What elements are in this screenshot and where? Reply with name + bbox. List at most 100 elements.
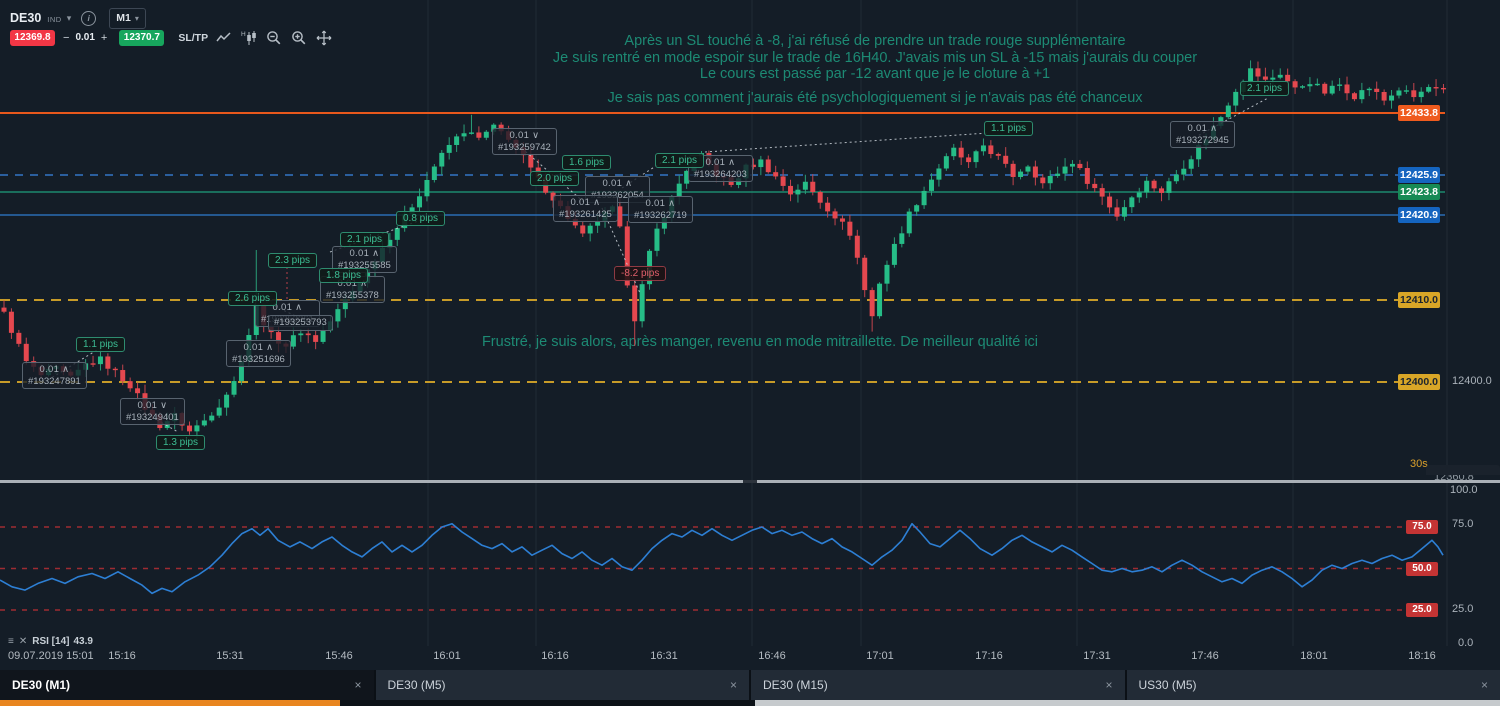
tab-close-icon[interactable]: × bbox=[354, 678, 361, 692]
rsi-line bbox=[0, 522, 1444, 595]
taskbar-strip bbox=[755, 700, 1500, 706]
axis-cut-cap bbox=[1426, 465, 1500, 475]
price-level-badge[interactable]: 12400.0 bbox=[1398, 374, 1440, 390]
info-icon[interactable]: i bbox=[81, 10, 97, 26]
strip-gap bbox=[340, 700, 755, 706]
order-size: 0.01 ∧ bbox=[645, 198, 676, 209]
order-id: #193262719 bbox=[634, 209, 687, 221]
pips-badge: 2.6 pips bbox=[228, 291, 278, 306]
pips-badge: 2.1 pips bbox=[1240, 81, 1290, 96]
time-axis-label: 15:46 bbox=[325, 650, 353, 662]
order-badge[interactable]: 0.01 ∧ #193247891 bbox=[22, 362, 87, 389]
candles-layer bbox=[1, 60, 1446, 441]
order-id: #193259742 bbox=[498, 141, 551, 153]
amount-decrease-button[interactable]: − bbox=[57, 32, 75, 44]
pips-badge: 2.0 pips bbox=[530, 171, 580, 186]
order-badge[interactable]: 0.01 ∧ #193262719 bbox=[628, 196, 693, 223]
rsi-close-icon[interactable]: ✕ bbox=[19, 636, 27, 647]
tab-close-icon[interactable]: × bbox=[730, 678, 737, 692]
tab-label: DE30 (M15) bbox=[763, 678, 828, 692]
pips-badge: 1.8 pips bbox=[319, 268, 369, 283]
chart-tab[interactable]: DE30 (M5) × bbox=[375, 670, 749, 700]
time-axis-label: 18:16 bbox=[1408, 650, 1436, 662]
rsi-axis-label: 100.0 bbox=[1450, 484, 1478, 496]
pan-tool-icon[interactable] bbox=[315, 30, 333, 46]
price-level-badge[interactable]: 12420.9 bbox=[1398, 207, 1440, 223]
pips-badge: 1.6 pips bbox=[562, 155, 612, 170]
symbol-caret-icon[interactable]: ▾ bbox=[67, 13, 72, 24]
order-badge[interactable]: 0.01 ∧ #193272945 bbox=[1170, 121, 1235, 148]
pane-resize-handle[interactable] bbox=[743, 480, 757, 483]
time-axis[interactable]: 09.07.2019 15:01 15:16 15:31 15:46 16:01 16:1… bbox=[0, 648, 1500, 670]
timeframe-select[interactable]: M1 ▾ bbox=[109, 7, 146, 29]
rsi-value: 43.9 bbox=[73, 636, 93, 647]
time-axis-label: 15:31 bbox=[216, 650, 244, 662]
order-badge[interactable]: 0.01 ∧ #193251696 bbox=[226, 340, 291, 367]
rsi-level-badge: 50.0 bbox=[1406, 561, 1438, 576]
time-axis-label: 16:46 bbox=[758, 650, 786, 662]
buy-button[interactable]: 12370.7 bbox=[119, 29, 165, 46]
time-axis-label: 18:01 bbox=[1300, 650, 1328, 662]
order-id: #193247891 bbox=[28, 375, 81, 387]
price-level-badge[interactable]: 12410.0 bbox=[1398, 292, 1440, 308]
order-size: 0.01 ∧ bbox=[602, 178, 633, 189]
zoom-out-icon[interactable] bbox=[265, 30, 283, 46]
order-badge[interactable]: #193253793 bbox=[268, 315, 333, 331]
zoom-in-icon[interactable] bbox=[290, 30, 308, 46]
price-level-badge[interactable]: 12423.8 bbox=[1398, 184, 1440, 200]
price-level-badge[interactable]: 12433.8 bbox=[1398, 105, 1440, 121]
order-size: 0.01 ∧ bbox=[243, 342, 274, 353]
amount-increase-button[interactable]: + bbox=[95, 32, 113, 44]
symbol-label[interactable]: DE30 bbox=[10, 11, 41, 25]
instrument-type-label: IND bbox=[47, 14, 62, 24]
bottom-strip bbox=[0, 700, 1500, 706]
level-lines bbox=[0, 112, 1445, 383]
candlestick-tool-icon[interactable]: H bbox=[240, 30, 258, 46]
pane-divider[interactable] bbox=[0, 480, 1500, 483]
line-chart-tool-icon[interactable] bbox=[215, 30, 233, 46]
rsi-axis-label: 75.0 bbox=[1452, 518, 1474, 530]
chart-tab[interactable]: DE30 (M1) × bbox=[0, 670, 374, 700]
trading-platform: Après un SL touché à -8, j'ai réfusé de … bbox=[0, 0, 1500, 706]
order-size: 0.01 ∧ bbox=[349, 248, 380, 259]
chart-tab[interactable]: DE30 (M15) × bbox=[751, 670, 1125, 700]
chart-toolbar: DE30 IND ▾ i M1 ▾ 12369.8 − 0.01 + 12370.… bbox=[0, 0, 460, 56]
order-size: 0.01 ∨ bbox=[509, 130, 540, 141]
tab-close-icon[interactable]: × bbox=[1105, 678, 1112, 692]
price-chart-canvas[interactable] bbox=[0, 0, 1500, 648]
rsi-axis-label: 0.0 bbox=[1458, 637, 1474, 649]
time-axis-label: 16:16 bbox=[541, 650, 569, 662]
pips-badge: -8.2 pips bbox=[614, 266, 667, 281]
order-badge[interactable]: 0.01 ∨ #193249401 bbox=[120, 398, 185, 425]
time-axis-label: 17:16 bbox=[975, 650, 1003, 662]
rsi-settings-icon[interactable]: ≡ bbox=[8, 636, 14, 647]
amount-value: 0.01 bbox=[75, 32, 95, 43]
order-badge[interactable]: 0.01 ∨ #193259742 bbox=[492, 128, 557, 155]
order-id: #193261425 bbox=[559, 208, 612, 220]
rsi-indicator-label: ≡ ✕ RSI [14] 43.9 bbox=[8, 636, 93, 647]
price-axis-label: 12400.0 bbox=[1452, 375, 1492, 387]
order-id: #193264203 bbox=[694, 168, 747, 180]
pips-badge: 1.3 pips bbox=[156, 435, 206, 450]
tab-close-icon[interactable]: × bbox=[1481, 678, 1488, 692]
rsi-title: RSI [14] bbox=[32, 636, 70, 647]
svg-text:H: H bbox=[241, 31, 246, 38]
time-axis-label: 09.07.2019 15:01 bbox=[8, 650, 94, 662]
sell-button[interactable]: 12369.8 bbox=[10, 29, 55, 46]
price-level-badge[interactable]: 12425.9 bbox=[1398, 167, 1440, 183]
time-axis-label: 16:31 bbox=[650, 650, 678, 662]
time-axis-label: 17:46 bbox=[1191, 650, 1219, 662]
pips-badge: 0.8 pips bbox=[396, 211, 446, 226]
pips-badge: 1.1 pips bbox=[984, 121, 1034, 136]
time-axis-label: 17:31 bbox=[1083, 650, 1111, 662]
order-size: 0.01 ∧ bbox=[1187, 123, 1218, 134]
order-id: #193251696 bbox=[232, 353, 285, 365]
sltp-button[interactable]: SL/TP bbox=[178, 32, 208, 44]
gridlines bbox=[427, 0, 1448, 646]
pips-badge: 2.3 pips bbox=[268, 253, 318, 268]
chart-tab[interactable]: US30 (M5) × bbox=[1126, 670, 1500, 700]
time-axis-label: 15:16 bbox=[108, 650, 136, 662]
order-badge[interactable]: 0.01 ∧ #193261425 bbox=[553, 195, 618, 222]
rsi-level-lines bbox=[0, 526, 1440, 611]
order-size: 0.01 ∨ bbox=[137, 400, 168, 411]
